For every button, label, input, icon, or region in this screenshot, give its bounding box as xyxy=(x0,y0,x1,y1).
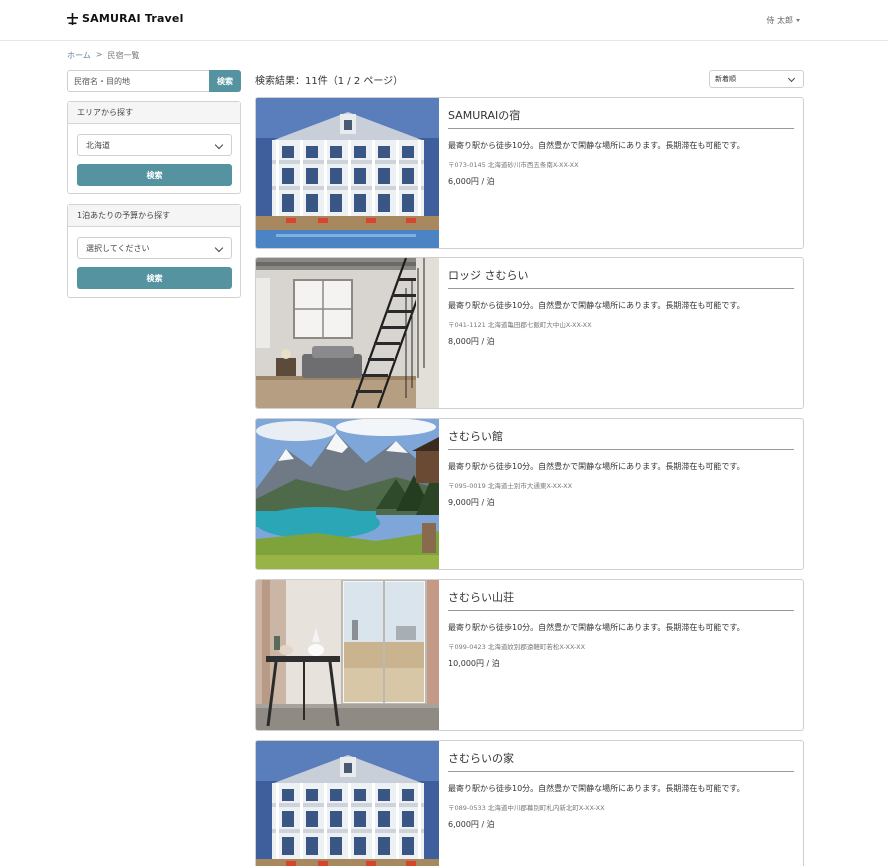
house-exterior-image xyxy=(256,741,439,866)
keyword-search-placeholder: 民宿名・目的地 xyxy=(74,76,130,86)
listing-name[interactable]: さむらい館 xyxy=(448,428,503,444)
listing-description: 最寄り駅から徒歩10分。自然豊かで閑静な場所にあります。長期滞在も可能です。 xyxy=(448,623,745,632)
listing-price: 10,000円 / 泊 xyxy=(448,659,500,668)
user-name: 侍 太郎 xyxy=(766,16,793,25)
samurai-logo-icon xyxy=(67,12,78,25)
mountain-lake-image xyxy=(256,419,439,569)
listing-photo[interactable] xyxy=(256,98,439,248)
listing-name[interactable]: さむらいの家 xyxy=(448,750,514,766)
search-result-count: 検索結果：11件（1 / 2 ページ） xyxy=(255,76,404,87)
listing-price: 9,000円 / 泊 xyxy=(448,498,495,507)
keyword-search-input[interactable]: 民宿名・目的地 xyxy=(67,70,209,92)
budget-select[interactable]: 選択してください xyxy=(77,237,232,259)
top-navbar: SAMURAI Travel 侍 太郎 xyxy=(0,0,888,41)
divider xyxy=(448,288,794,289)
sort-order-value: 新着順 xyxy=(715,75,736,83)
listing-name[interactable]: さむらい山荘 xyxy=(448,589,514,605)
listing-price: 6,000円 / 泊 xyxy=(448,177,495,186)
keyword-search-form: 民宿名・目的地 検索 xyxy=(67,70,241,92)
user-dropdown[interactable]: 侍 太郎 xyxy=(766,15,800,26)
listing-name[interactable]: ロッジ さむらい xyxy=(448,267,529,283)
breadcrumb-current: 民宿一覧 xyxy=(107,51,140,60)
breadcrumb-separator: > xyxy=(95,50,103,59)
brand-name: SAMURAI Travel xyxy=(82,12,184,25)
room-window-view-image xyxy=(256,580,439,730)
breadcrumb: ホーム > 民宿一覧 xyxy=(67,50,139,61)
divider xyxy=(448,449,794,450)
chevron-down-icon xyxy=(214,243,224,253)
listing-address: 〒095-0019 北海道士別市大通東X-XX-XX xyxy=(448,482,573,490)
area-search-panel: エリアから探す 北海道 検索 xyxy=(67,101,241,194)
budget-panel-title: 1泊あたりの予算から探す xyxy=(68,205,240,227)
area-select-value: 北海道 xyxy=(86,140,110,150)
breadcrumb-home-link[interactable]: ホーム xyxy=(67,50,91,61)
listing-card[interactable]: さむらいの家 最寄り駅から徒歩10分。自然豊かで閑静な場所にあります。長期滞在も… xyxy=(255,740,804,866)
listing-address: 〒089-0533 北海道中川郡幕別町札内新北町X-XX-XX xyxy=(448,804,605,812)
budget-search-button[interactable]: 検索 xyxy=(77,267,232,289)
chevron-down-icon xyxy=(214,140,224,150)
listing-description: 最寄り駅から徒歩10分。自然豊かで閑静な場所にあります。長期滞在も可能です。 xyxy=(448,784,745,793)
divider xyxy=(448,128,794,129)
listing-name[interactable]: SAMURAIの宿 xyxy=(448,107,520,123)
listing-address: 〒073-0145 北海道砂川市西五条南X-XX-XX xyxy=(448,161,579,169)
listing-card[interactable]: SAMURAIの宿 最寄り駅から徒歩10分。自然豊かで閑静な場所にあります。長期… xyxy=(255,97,804,249)
listing-card[interactable]: ロッジ さむらい 最寄り駅から徒歩10分。自然豊かで閑静な場所にあります。長期滞… xyxy=(255,257,804,409)
listing-photo[interactable] xyxy=(256,419,439,569)
area-search-button[interactable]: 検索 xyxy=(77,164,232,186)
caret-down-icon xyxy=(796,19,800,22)
house-exterior-image xyxy=(256,98,439,248)
divider xyxy=(448,610,794,611)
divider xyxy=(448,771,794,772)
listing-card[interactable]: さむらい山荘 最寄り駅から徒歩10分。自然豊かで閑静な場所にあります。長期滞在も… xyxy=(255,579,804,731)
listing-description: 最寄り駅から徒歩10分。自然豊かで閑静な場所にあります。長期滞在も可能です。 xyxy=(448,301,745,310)
area-select[interactable]: 北海道 xyxy=(77,134,232,156)
listing-photo[interactable] xyxy=(256,580,439,730)
listing-card[interactable]: さむらい館 最寄り駅から徒歩10分。自然豊かで閑静な場所にあります。長期滞在も可… xyxy=(255,418,804,570)
listing-address: 〒041-1121 北海道亀田郡七飯町大中山X-XX-XX xyxy=(448,321,592,329)
listing-photo[interactable] xyxy=(256,258,439,408)
listing-price: 8,000円 / 泊 xyxy=(448,337,495,346)
listing-address: 〒099-0423 北海道紋別郡遠軽町若松X-XX-XX xyxy=(448,643,586,651)
listing-photo[interactable] xyxy=(256,741,439,866)
area-panel-title: エリアから探す xyxy=(68,102,240,124)
listing-description: 最寄り駅から徒歩10分。自然豊かで閑静な場所にあります。長期滞在も可能です。 xyxy=(448,462,745,471)
budget-select-value: 選択してください xyxy=(86,243,150,253)
keyword-search-button[interactable]: 検索 xyxy=(209,70,241,92)
listing-description: 最寄り駅から徒歩10分。自然豊かで閑静な場所にあります。長期滞在も可能です。 xyxy=(448,141,745,150)
loft-interior-image xyxy=(256,258,439,408)
sort-order-select[interactable]: 新着順 xyxy=(709,70,804,88)
brand-logo-link[interactable]: SAMURAI Travel xyxy=(67,12,184,25)
budget-search-panel: 1泊あたりの予算から探す 選択してください 検索 xyxy=(67,204,241,298)
chevron-down-icon xyxy=(787,74,796,83)
listing-price: 6,000円 / 泊 xyxy=(448,820,495,829)
